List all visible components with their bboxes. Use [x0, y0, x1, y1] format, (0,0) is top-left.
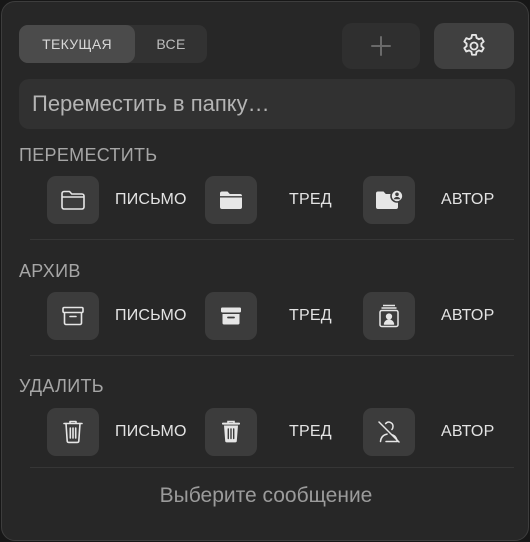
delete-author-icon-box: [363, 408, 415, 456]
gear-icon: [463, 33, 485, 56]
add-button[interactable]: [342, 23, 420, 69]
delete-thread-button[interactable]: ТРЕД: [205, 407, 379, 457]
move-message-icon-box: [47, 176, 99, 224]
delete-author-label: АВТОР: [441, 423, 495, 440]
archive-thread-button[interactable]: ТРЕД: [205, 291, 379, 341]
tab-current[interactable]: ТЕКУЩАЯ: [19, 25, 135, 63]
delete-message-icon-box: [47, 408, 99, 456]
move-message-button[interactable]: ПИСЬМО: [47, 175, 205, 225]
settings-button[interactable]: [434, 23, 514, 69]
status-text: Выберите сообщение: [159, 484, 373, 507]
divider: [30, 355, 514, 356]
section-title-delete: УДАЛИТЬ: [19, 376, 104, 396]
move-thread-icon-box: [205, 176, 257, 224]
delete-thread-icon-box: [205, 408, 257, 456]
archive-message-label: ПИСЬМО: [115, 307, 187, 324]
delete-author-button[interactable]: АВТОР: [363, 407, 528, 457]
divider: [30, 239, 514, 240]
person-slash-icon: [378, 421, 400, 443]
delete-message-label: ПИСЬМО: [115, 423, 187, 440]
section-title-archive: АРХИВ: [19, 261, 81, 281]
move-author-button[interactable]: АВТОР: [363, 175, 528, 225]
delete-actions-row: ПИСЬМО ТРЕД АВТОР: [47, 407, 507, 457]
archive-author-button[interactable]: АВТОР: [363, 291, 528, 341]
archive-message-button[interactable]: ПИСЬМО: [47, 291, 205, 341]
delete-message-button[interactable]: ПИСЬМО: [47, 407, 205, 457]
folder-search-input[interactable]: [32, 91, 515, 117]
scope-segmented-control: ТЕКУЩАЯ ВСЕ: [19, 25, 207, 63]
tab-all[interactable]: ВСЕ: [135, 25, 207, 63]
archive-author-icon-box: [363, 292, 415, 340]
archive-box-outline-icon: [62, 306, 84, 326]
folder-filled-icon: [220, 191, 242, 209]
folder-outline-icon: [61, 190, 85, 210]
move-action-panel: ТЕКУЩАЯ ВСЕ ПЕРЕМЕСТИТЬ П: [1, 1, 529, 541]
section-title-move: ПЕРЕМЕСТИТЬ: [19, 145, 158, 165]
toolbar: ТЕКУЩАЯ ВСЕ: [19, 23, 515, 69]
folder-search-field[interactable]: [19, 79, 515, 129]
move-actions-row: ПИСЬМО ТРЕД АВТОР: [47, 175, 507, 225]
folder-person-icon: [376, 189, 404, 209]
archive-message-icon-box: [47, 292, 99, 340]
plus-icon: [371, 36, 391, 56]
move-author-icon-box: [363, 176, 415, 224]
archive-box-filled-icon: [221, 307, 241, 325]
divider: [30, 467, 514, 468]
trash-outline-icon: [63, 420, 83, 444]
archive-author-label: АВТОР: [441, 307, 495, 324]
archive-person-icon: [379, 304, 399, 328]
move-author-label: АВТОР: [441, 191, 495, 208]
archive-actions-row: ПИСЬМО ТРЕД АВТОР: [47, 291, 507, 341]
move-thread-button[interactable]: ТРЕД: [205, 175, 379, 225]
move-message-label: ПИСЬМО: [115, 191, 187, 208]
trash-filled-icon: [222, 420, 240, 443]
archive-thread-icon-box: [205, 292, 257, 340]
